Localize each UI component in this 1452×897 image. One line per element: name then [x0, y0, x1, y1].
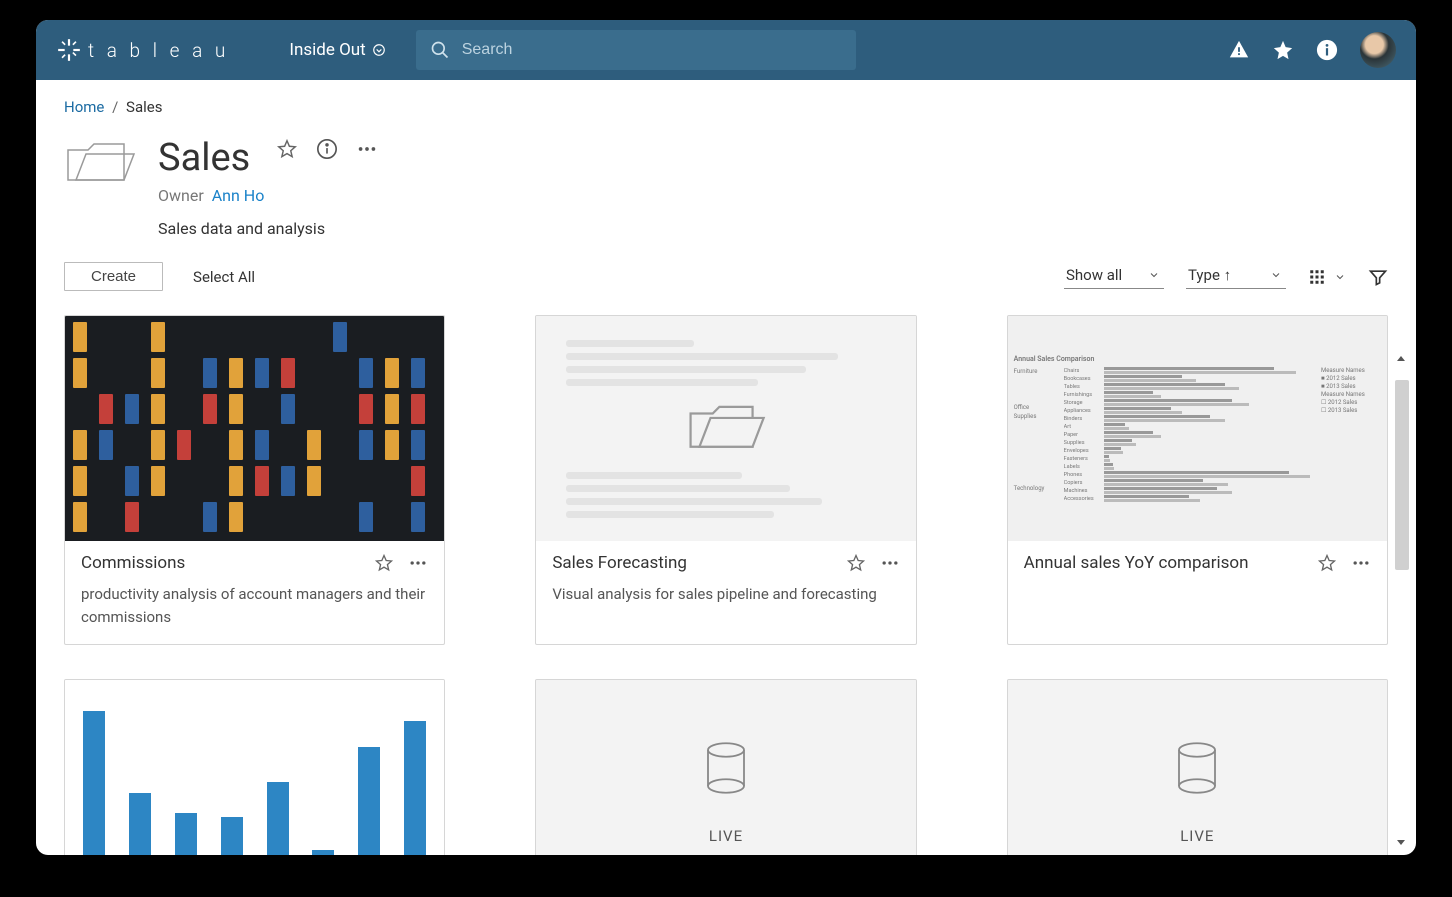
scroll-down-button[interactable]: [1392, 833, 1410, 851]
more-actions-icon[interactable]: [408, 553, 428, 573]
chevron-down-icon: [1270, 269, 1282, 281]
sort-dropdown[interactable]: Type ↑: [1186, 264, 1286, 289]
breadcrumb-separator: /: [112, 98, 118, 116]
brand-logo[interactable]: t a b l e a u: [56, 37, 229, 63]
grid-view-icon: [1308, 268, 1326, 286]
scrollbar-thumb[interactable]: [1395, 380, 1409, 570]
favorite-star-icon[interactable]: [1317, 553, 1337, 573]
database-icon: [703, 741, 749, 799]
item-card[interactable]: [64, 679, 445, 855]
details-info-icon[interactable]: [316, 138, 338, 164]
item-card[interactable]: LIVE: [535, 679, 916, 855]
chevron-down-icon: [1148, 269, 1160, 281]
project-description: Sales data and analysis: [158, 219, 378, 238]
search-input[interactable]: [462, 41, 842, 59]
chevron-down-icon: [372, 43, 386, 57]
project-title: Sales: [158, 136, 250, 180]
card-description: productivity analysis of account manager…: [81, 583, 428, 628]
filter-icon[interactable]: [1368, 267, 1388, 287]
more-actions-icon[interactable]: [356, 138, 378, 164]
sort-label: Type ↑: [1188, 266, 1231, 284]
breadcrumb: Home / Sales: [64, 98, 1388, 116]
tableau-logo-icon: [56, 37, 82, 63]
breadcrumb-current: Sales: [126, 98, 162, 116]
create-button[interactable]: Create: [64, 262, 163, 291]
alerts-icon[interactable]: [1228, 39, 1250, 61]
card-title: Annual sales YoY comparison: [1024, 553, 1307, 573]
owner-link[interactable]: Ann Ho: [212, 186, 265, 205]
site-picker[interactable]: Inside Out: [289, 40, 385, 60]
owner-line: Owner Ann Ho: [158, 186, 378, 205]
select-all-link[interactable]: Select All: [193, 268, 255, 286]
favorites-icon[interactable]: [1272, 39, 1294, 61]
content-type-filter-label: Show all: [1066, 266, 1122, 284]
card-title: Sales Forecasting: [552, 553, 835, 573]
connection-badge: LIVE: [1180, 827, 1214, 845]
item-card[interactable]: LIVE: [1007, 679, 1388, 855]
top-bar: t a b l e a u Inside Out: [36, 20, 1416, 80]
content-type-filter[interactable]: Show all: [1064, 264, 1164, 289]
item-card[interactable]: Sales Forecasting Visual analysis for sa…: [535, 315, 916, 645]
view-mode-toggle[interactable]: [1308, 268, 1346, 286]
chevron-down-icon: [1334, 271, 1346, 283]
favorite-star-icon[interactable]: [276, 138, 298, 164]
search-icon: [430, 40, 450, 60]
breadcrumb-home[interactable]: Home: [64, 98, 104, 116]
favorite-star-icon[interactable]: [374, 553, 394, 573]
card-description: Visual analysis for sales pipeline and f…: [552, 583, 899, 606]
topbar-actions: [1228, 32, 1396, 68]
scroll-up-button[interactable]: [1392, 350, 1410, 368]
connection-badge: LIVE: [709, 827, 743, 845]
card-thumbnail: [65, 680, 444, 855]
search-box[interactable]: [416, 30, 856, 70]
owner-label: Owner: [158, 186, 204, 205]
card-thumbnail: [536, 316, 915, 541]
info-icon[interactable]: [1316, 39, 1338, 61]
more-actions-icon[interactable]: [880, 553, 900, 573]
card-thumbnail: LIVE: [536, 680, 915, 855]
database-icon: [1174, 741, 1220, 799]
app-window: t a b l e a u Inside Out: [36, 20, 1416, 855]
user-avatar[interactable]: [1360, 32, 1396, 68]
project-folder-icon: [64, 136, 136, 192]
brand-name: t a b l e a u: [88, 39, 229, 62]
card-thumbnail: /* generated below */: [65, 316, 444, 541]
card-title: Commissions: [81, 553, 364, 573]
item-card[interactable]: Annual Sales Comparison FurnitureOfficeS…: [1007, 315, 1388, 645]
card-thumbnail: Annual Sales Comparison FurnitureOfficeS…: [1008, 316, 1387, 541]
folder-icon: [686, 398, 766, 460]
card-thumbnail: LIVE: [1008, 680, 1387, 855]
content-toolbar: Create Select All Show all Type ↑: [64, 262, 1388, 291]
site-name: Inside Out: [289, 40, 365, 60]
items-grid: /* generated below */ Commissions produc…: [64, 315, 1388, 855]
more-actions-icon[interactable]: [1351, 553, 1371, 573]
favorite-star-icon[interactable]: [846, 553, 866, 573]
content-area: Home / Sales Sales: [36, 80, 1416, 855]
project-header: Sales Owner Ann Ho Sales data: [64, 136, 1388, 238]
item-card[interactable]: /* generated below */ Commissions produc…: [64, 315, 445, 645]
